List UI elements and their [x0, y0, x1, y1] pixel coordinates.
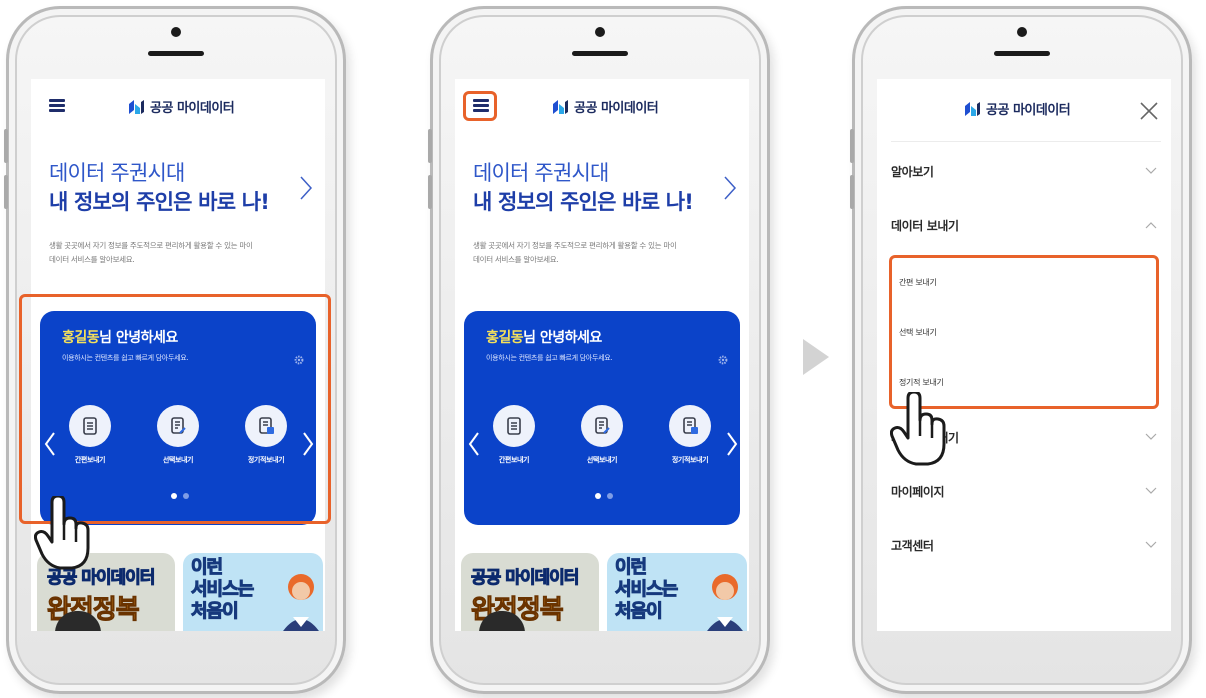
presenter-image: [707, 574, 743, 631]
home-screen: 공공 마이데이터 데이터 주권시대 내 정보의 주인은 바로 나! 생활 곳곳에…: [455, 79, 749, 631]
hero-description-line: 생활 곳곳에서 자기 정보를 주도적으로 편리하게 활용할 수 있는 마이: [49, 241, 253, 250]
hand-pointer-icon: [890, 392, 946, 466]
thumbnail-title-line: 서비스는: [614, 579, 678, 601]
carousel-prev-icon[interactable]: [468, 431, 480, 457]
volume-up-button: [850, 129, 854, 163]
menu-item-label: 알아보기: [891, 165, 934, 179]
chevron-down-icon: [1145, 167, 1157, 174]
menu-item-customer-center[interactable]: 고객센터: [877, 517, 1171, 573]
menu-screen: 공공 마이데이터 알아보기 데이터 보내기 간편 보내기 선택 보내기 정기적 …: [877, 79, 1171, 631]
thumbnail-title-line: 처음이: [614, 601, 663, 623]
earpiece-speaker: [994, 51, 1050, 56]
volume-down-button: [850, 175, 854, 209]
logo-text: 공공 마이데이터: [986, 103, 1071, 118]
chevron-down-icon: [1145, 541, 1157, 548]
app-header: 공공 마이데이터: [31, 79, 325, 133]
service-select-send[interactable]: 선택보내기: [572, 405, 632, 465]
card-subtitle: 이용하시는 컨텐츠를 쉽고 빠르게 담아두세요.: [486, 354, 613, 362]
service-periodic-send[interactable]: 정기적보내기: [660, 405, 720, 465]
logo-text: 공공 마이데이터: [150, 101, 235, 116]
greeting: 홍길동님 안녕하세요: [486, 327, 602, 347]
carousel-dots: [595, 493, 613, 499]
volume-down-button: [4, 175, 8, 209]
calendar-document-icon: [669, 405, 711, 447]
greeting-text: 님 안녕하세요: [523, 330, 602, 346]
user-name: 홍길동: [486, 330, 524, 346]
front-camera: [171, 27, 181, 37]
logo-mark-icon: [965, 101, 980, 116]
front-camera: [1017, 27, 1027, 37]
thumbnail-title: 이런 서비스는 처음이: [190, 557, 254, 623]
edit-document-icon: [581, 405, 623, 447]
menu-item-label: 마이페이지: [891, 485, 945, 499]
logo-mark-icon: [129, 99, 144, 114]
service-card-highlight: [19, 294, 331, 524]
service-label: 선택보내기: [586, 456, 618, 464]
service-label: 정기적보내기: [671, 456, 709, 464]
hero-description-line: 생활 곳곳에서 자기 정보를 주도적으로 편리하게 활용할 수 있는 마이: [473, 241, 677, 250]
thumbnail-title-line: 이런: [190, 557, 223, 579]
menu-divider: [891, 141, 1161, 142]
earpiece-speaker: [148, 51, 204, 56]
volume-up-button: [428, 129, 432, 163]
thumbnail-title-line: 처음이: [190, 601, 239, 623]
earpiece-speaker: [572, 51, 628, 56]
logo-text: 공공 마이데이터: [574, 101, 659, 116]
video-thumbnail-intro[interactable]: 이런 서비스는 처음이: [183, 553, 323, 631]
logo-mark-icon: [553, 99, 568, 114]
app-logo[interactable]: 공공 마이데이터: [127, 97, 235, 116]
app-header: 공공 마이데이터: [455, 79, 749, 133]
hero-headline: 데이터 주권시대: [49, 161, 185, 185]
thumbnail-title: 이런 서비스는 처음이: [614, 557, 678, 623]
service-label: 간편보내기: [498, 456, 530, 464]
hero-description: 생활 곳곳에서 자기 정보를 주도적으로 편리하게 활용할 수 있는 마이 데이…: [49, 239, 315, 267]
hamburger-highlight: [463, 91, 497, 121]
hero-headline: 데이터 주권시대: [473, 161, 609, 185]
hamburger-menu-icon[interactable]: [49, 99, 65, 112]
hero-description-line: 데이터 서비스를 알아보세요.: [49, 255, 135, 264]
hero-subheadline: 내 정보의 주인은 바로 나!: [49, 190, 270, 214]
thumbnail-title-line: 이런: [614, 557, 647, 579]
hero-description: 생활 곳곳에서 자기 정보를 주도적으로 편리하게 활용할 수 있는 마이 데이…: [473, 239, 739, 267]
app-logo[interactable]: 공공 마이데이터: [963, 99, 1071, 118]
submenu-highlight: [889, 255, 1159, 409]
chevron-up-icon: [1145, 222, 1157, 229]
hero-next-arrow-icon[interactable]: [299, 175, 313, 201]
close-icon[interactable]: [1139, 101, 1159, 121]
thumbnail-title: 공공 마이데이터: [470, 568, 579, 589]
carousel-next-icon[interactable]: [726, 431, 738, 457]
chevron-down-icon: [1145, 433, 1157, 440]
front-camera: [595, 27, 605, 37]
video-thumbnail-guide[interactable]: 공공 마이데이터 완전정복: [461, 553, 599, 631]
presenter-image: [283, 574, 319, 631]
menu-item-label: 고객센터: [891, 539, 934, 553]
hand-pointer-icon: [34, 496, 90, 570]
hero-section: 데이터 주권시대 내 정보의 주인은 바로 나!: [49, 159, 309, 217]
document-icon: [493, 405, 535, 447]
phone-frame-menu: 공공 마이데이터 알아보기 데이터 보내기 간편 보내기 선택 보내기 정기적 …: [850, 6, 1192, 694]
volume-up-button: [4, 129, 8, 163]
menu-item-label: 데이터 보내기: [891, 219, 959, 233]
menu-item-mypage[interactable]: 마이페이지: [877, 463, 1171, 519]
menu-item-data-send[interactable]: 데이터 보내기: [877, 197, 1171, 253]
hero-subheadline: 내 정보의 주인은 바로 나!: [473, 190, 694, 214]
step-arrow-icon: [803, 339, 829, 375]
app-logo[interactable]: 공공 마이데이터: [551, 97, 659, 116]
service-card: 홍길동님 안녕하세요 이용하시는 컨텐츠를 쉽고 빠르게 담아두세요. 간편보내…: [464, 311, 740, 525]
phone-frame-home-menu-highlight: 공공 마이데이터 데이터 주권시대 내 정보의 주인은 바로 나! 생활 곳곳에…: [428, 6, 770, 694]
gear-icon[interactable]: [718, 355, 728, 365]
hero-section: 데이터 주권시대 내 정보의 주인은 바로 나!: [473, 159, 733, 217]
chevron-down-icon: [1145, 487, 1157, 494]
hero-description-line: 데이터 서비스를 알아보세요.: [473, 255, 559, 264]
hero-next-arrow-icon[interactable]: [723, 175, 737, 201]
menu-item-about[interactable]: 알아보기: [877, 143, 1171, 199]
service-simple-send[interactable]: 간편보내기: [484, 405, 544, 465]
thumbnail-title-line: 서비스는: [190, 579, 254, 601]
video-thumbnail-intro[interactable]: 이런 서비스는 처음이: [607, 553, 747, 631]
volume-down-button: [428, 175, 432, 209]
